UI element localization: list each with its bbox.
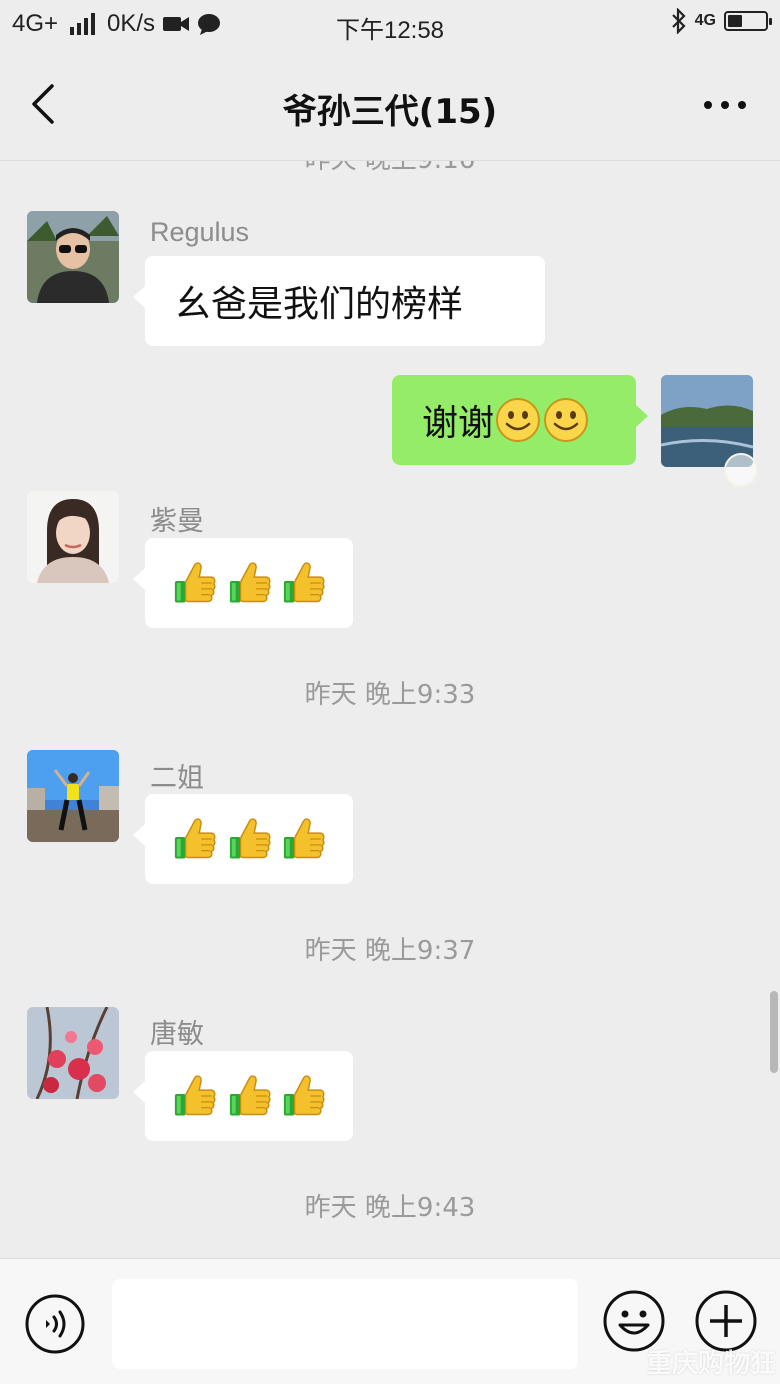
avatar-dancer-street (27, 750, 119, 842)
sender-name: 二姐 (150, 763, 204, 793)
thumbs-up-icon (226, 559, 273, 607)
battery-icon (724, 11, 772, 31)
battery-level (728, 15, 742, 27)
input-bar: 重庆购物狂 (0, 1258, 780, 1384)
more-dots-icon[interactable] (700, 90, 750, 120)
network-right-label: 4G (694, 12, 716, 29)
bluetooth-icon (671, 8, 686, 34)
page-title: 爷孙三代(15) (282, 92, 498, 132)
watermark: 重庆购物狂 (645, 1349, 776, 1379)
status-bar: 4G+ 0K/s 下午12:58 4G (0, 0, 780, 52)
message-text: 谢谢 (422, 403, 495, 444)
thumbs-up-icon (280, 559, 327, 607)
smile-emoji-icon (494, 396, 542, 444)
timestamp-partial: 昨天 晚上9:16 (0, 161, 780, 176)
message-input[interactable] (112, 1279, 578, 1369)
message-bubble[interactable] (133, 538, 353, 628)
sender-name: 紫曼 (150, 506, 204, 536)
timestamp: 昨天 晚上9:37 (304, 936, 476, 966)
scrollbar[interactable] (770, 991, 778, 1073)
avatar-woman-portrait (27, 491, 119, 583)
thumbs-up-icon (171, 559, 218, 607)
loading-indicator (724, 453, 758, 487)
message-bubble[interactable] (133, 794, 353, 884)
sender-name: 唐敏 (150, 1019, 204, 1049)
message-bubble[interactable] (133, 1051, 353, 1141)
smile-emoji-icon (542, 396, 590, 444)
message-text: 幺爸是我们的榜样 (175, 284, 464, 325)
thumbs-up-icon (171, 1072, 218, 1120)
timestamp: 昨天 晚上9:33 (304, 680, 476, 710)
chat-header: 爷孙三代(15) (0, 52, 780, 161)
avatar[interactable] (27, 211, 119, 303)
message-bubble-self[interactable]: 谢谢 (392, 375, 648, 465)
timestamp: 昨天 晚上9:43 (304, 1193, 476, 1223)
avatar[interactable] (27, 1007, 119, 1099)
thumbs-up-icon (280, 1072, 327, 1120)
avatar-man-sunglasses (27, 211, 119, 303)
thumbs-up-icon (226, 815, 273, 863)
chat-area[interactable]: 昨天 晚上9:16 Regulus 幺爸是我们的榜样 谢谢 (0, 161, 780, 1258)
status-time: 下午12:58 (335, 17, 445, 44)
avatar[interactable] (27, 491, 119, 583)
thumbs-up-icon (280, 815, 327, 863)
sender-name: Regulus (150, 217, 250, 247)
thumbs-up-icon (171, 815, 218, 863)
thumbs-up-icon (226, 1072, 273, 1120)
status-right: 4G (671, 8, 772, 34)
voice-icon[interactable] (24, 1293, 86, 1355)
avatar-red-flowers (27, 1007, 119, 1099)
message-bubble[interactable]: 幺爸是我们的榜样 (133, 256, 545, 346)
avatar[interactable] (27, 750, 119, 842)
